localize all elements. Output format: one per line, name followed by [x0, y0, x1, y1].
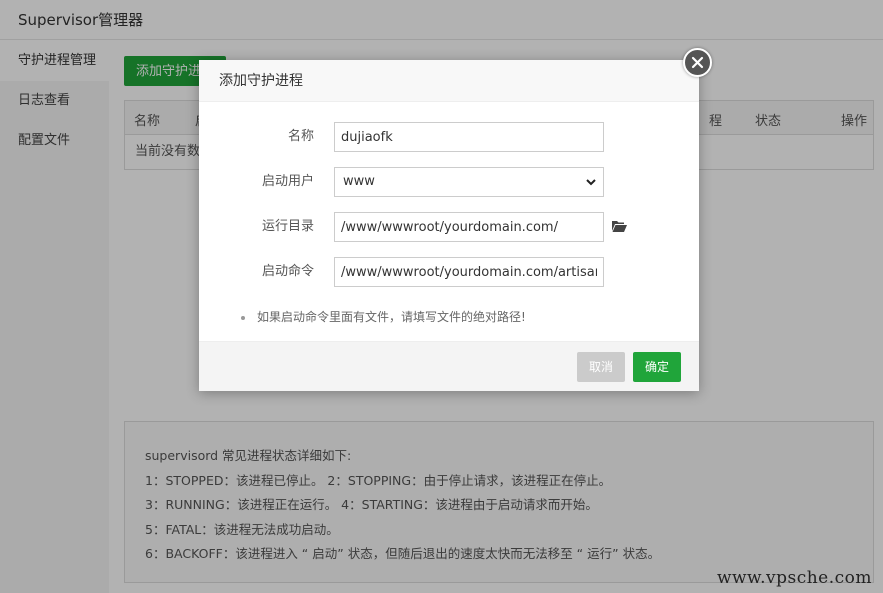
watermark-text: www.vpsche.com	[716, 568, 872, 588]
close-icon	[691, 56, 704, 69]
name-label: 名称	[287, 129, 314, 144]
form-row-cmd: 启动命令	[199, 257, 699, 287]
form-row-user: 启动用户 www	[199, 167, 699, 197]
folder-open-icon[interactable]	[612, 220, 627, 233]
cmd-label: 启动命令	[261, 264, 314, 279]
dialog-title: 添加守护进程	[199, 60, 699, 102]
bullet-icon	[241, 315, 245, 320]
add-daemon-dialog: 添加守护进程 名称 启动用户 www 运行目录 启动命令 如果启动命令里面有文件…	[199, 60, 699, 391]
cancel-button[interactable]: 取消	[577, 352, 626, 382]
user-select[interactable]: www	[334, 167, 604, 197]
form-row-dir: 运行目录	[199, 212, 699, 242]
user-select-value: www	[343, 174, 375, 189]
form-row-name: 名称	[199, 122, 699, 152]
confirm-button[interactable]: 确定	[633, 352, 682, 382]
name-input[interactable]	[334, 122, 604, 152]
chevron-down-icon	[586, 179, 596, 186]
close-dialog-button[interactable]	[683, 48, 712, 77]
dir-label: 运行目录	[261, 219, 314, 234]
path-tip-text: 如果启动命令里面有文件，请填写文件的绝对路径!	[257, 310, 526, 324]
user-label: 启动用户	[261, 174, 314, 189]
dir-input[interactable]	[334, 212, 604, 242]
dialog-footer: 取消 确定	[199, 341, 699, 391]
path-tip: 如果启动命令里面有文件，请填写文件的绝对路径!	[241, 308, 526, 325]
cmd-input[interactable]	[334, 257, 604, 287]
